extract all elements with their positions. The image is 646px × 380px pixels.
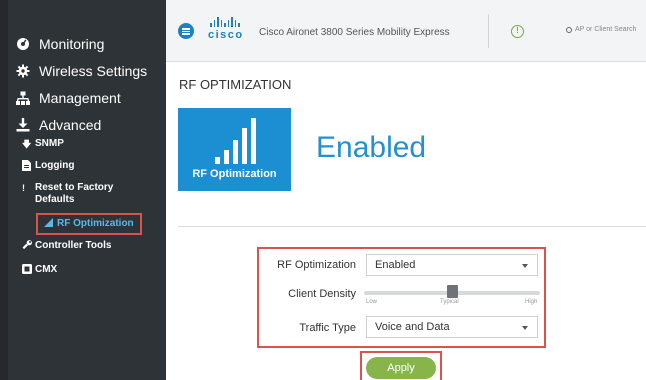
sidebar-subitem-cmx[interactable]: CMX — [22, 264, 57, 277]
rf-optimization-select[interactable]: Enabled — [366, 254, 538, 276]
sidebar-item-management[interactable]: Management — [16, 90, 121, 106]
status-indicator-icon[interactable]: ! — [511, 25, 524, 38]
search-input[interactable]: AP or Client Search — [575, 26, 636, 33]
status-text: Enabled — [316, 131, 427, 164]
sitemap-icon — [16, 91, 30, 105]
traffic-type-value: Voice and Data — [375, 321, 450, 333]
search-box[interactable]: AP or Client Search — [566, 26, 636, 33]
sidebar-subitem-snmp[interactable]: 🡇 SNMP — [22, 138, 64, 150]
menu-toggle-button[interactable] — [178, 23, 194, 39]
sidebar-subitem-rf-optimization[interactable]: RF Optimization — [44, 218, 134, 230]
tile-label: RF Optimization — [192, 168, 277, 180]
sidebar-accent-strip — [0, 0, 8, 380]
sidebar-subitem-label: Logging — [35, 160, 75, 171]
exclamation-icon: ! — [22, 183, 25, 193]
sidebar-item-advanced[interactable]: Advanced — [16, 117, 101, 133]
sidebar: Monitoring Wireless Settings Management … — [0, 0, 166, 380]
sidebar-subitem-label: Reset to Factory Defaults — [35, 182, 114, 205]
rf-optimization-value: Enabled — [375, 259, 416, 271]
traffic-type-label: Traffic Type — [299, 322, 356, 334]
client-density-slider-handle[interactable] — [446, 285, 458, 298]
sidebar-item-label: Wireless Settings — [39, 63, 148, 79]
density-tick-high: High — [525, 299, 538, 305]
client-density-label: Client Density — [288, 288, 356, 300]
sidebar-item-wireless-settings[interactable]: Wireless Settings — [16, 63, 147, 79]
product-name: Cisco Aironet 3800 Series Mobility Expre… — [259, 27, 450, 38]
page-title: RF OPTIMIZATION — [179, 77, 292, 92]
sidebar-subitem-logging[interactable]: Logging — [22, 160, 74, 174]
search-icon — [566, 26, 572, 33]
cisco-logo-text: cisco — [208, 29, 244, 41]
density-tick-typical: Typical — [440, 299, 459, 305]
toolbar-divider — [488, 14, 489, 48]
dashboard-icon — [16, 37, 30, 51]
wrench-icon — [22, 240, 32, 253]
signal-bars-icon — [44, 218, 53, 230]
sidebar-item-monitoring[interactable]: Monitoring — [16, 36, 104, 52]
rf-optimization-label: RF Optimization — [277, 259, 356, 271]
top-bar: cisco Cisco Aironet 3800 Series Mobility… — [166, 0, 646, 62]
status-panel: Enabled — [291, 108, 459, 191]
sidebar-item-label: Management — [39, 90, 121, 106]
arrow-down-icon: 🡇 — [22, 139, 32, 149]
sidebar-item-label: Monitoring — [39, 36, 105, 52]
rf-optimization-tile: RF Optimization — [178, 108, 291, 191]
density-tick-low: Low — [366, 299, 378, 305]
file-icon — [22, 160, 31, 174]
sidebar-subitem-label: RF Optimization — [57, 218, 134, 229]
sidebar-subitem-reset-factory[interactable]: ! Reset to Factory Defaults — [22, 182, 113, 206]
chevron-down-icon — [522, 264, 528, 268]
cmx-icon — [22, 264, 32, 277]
sidebar-subitem-controller-tools[interactable]: Controller Tools — [22, 240, 111, 253]
apply-button[interactable]: Apply — [366, 357, 436, 379]
sidebar-subitem-label: CMX — [35, 264, 58, 275]
traffic-type-select[interactable]: Voice and Data — [366, 316, 538, 338]
gear-icon — [16, 64, 30, 78]
cisco-logo-icon — [210, 17, 240, 27]
section-divider — [178, 226, 646, 227]
download-icon — [16, 118, 30, 132]
sidebar-item-label: Advanced — [39, 117, 102, 133]
sidebar-subitem-label: SNMP — [35, 138, 64, 149]
signal-bars-icon — [215, 118, 257, 164]
sidebar-subitem-label: Controller Tools — [35, 240, 112, 251]
chevron-down-icon — [522, 326, 528, 330]
